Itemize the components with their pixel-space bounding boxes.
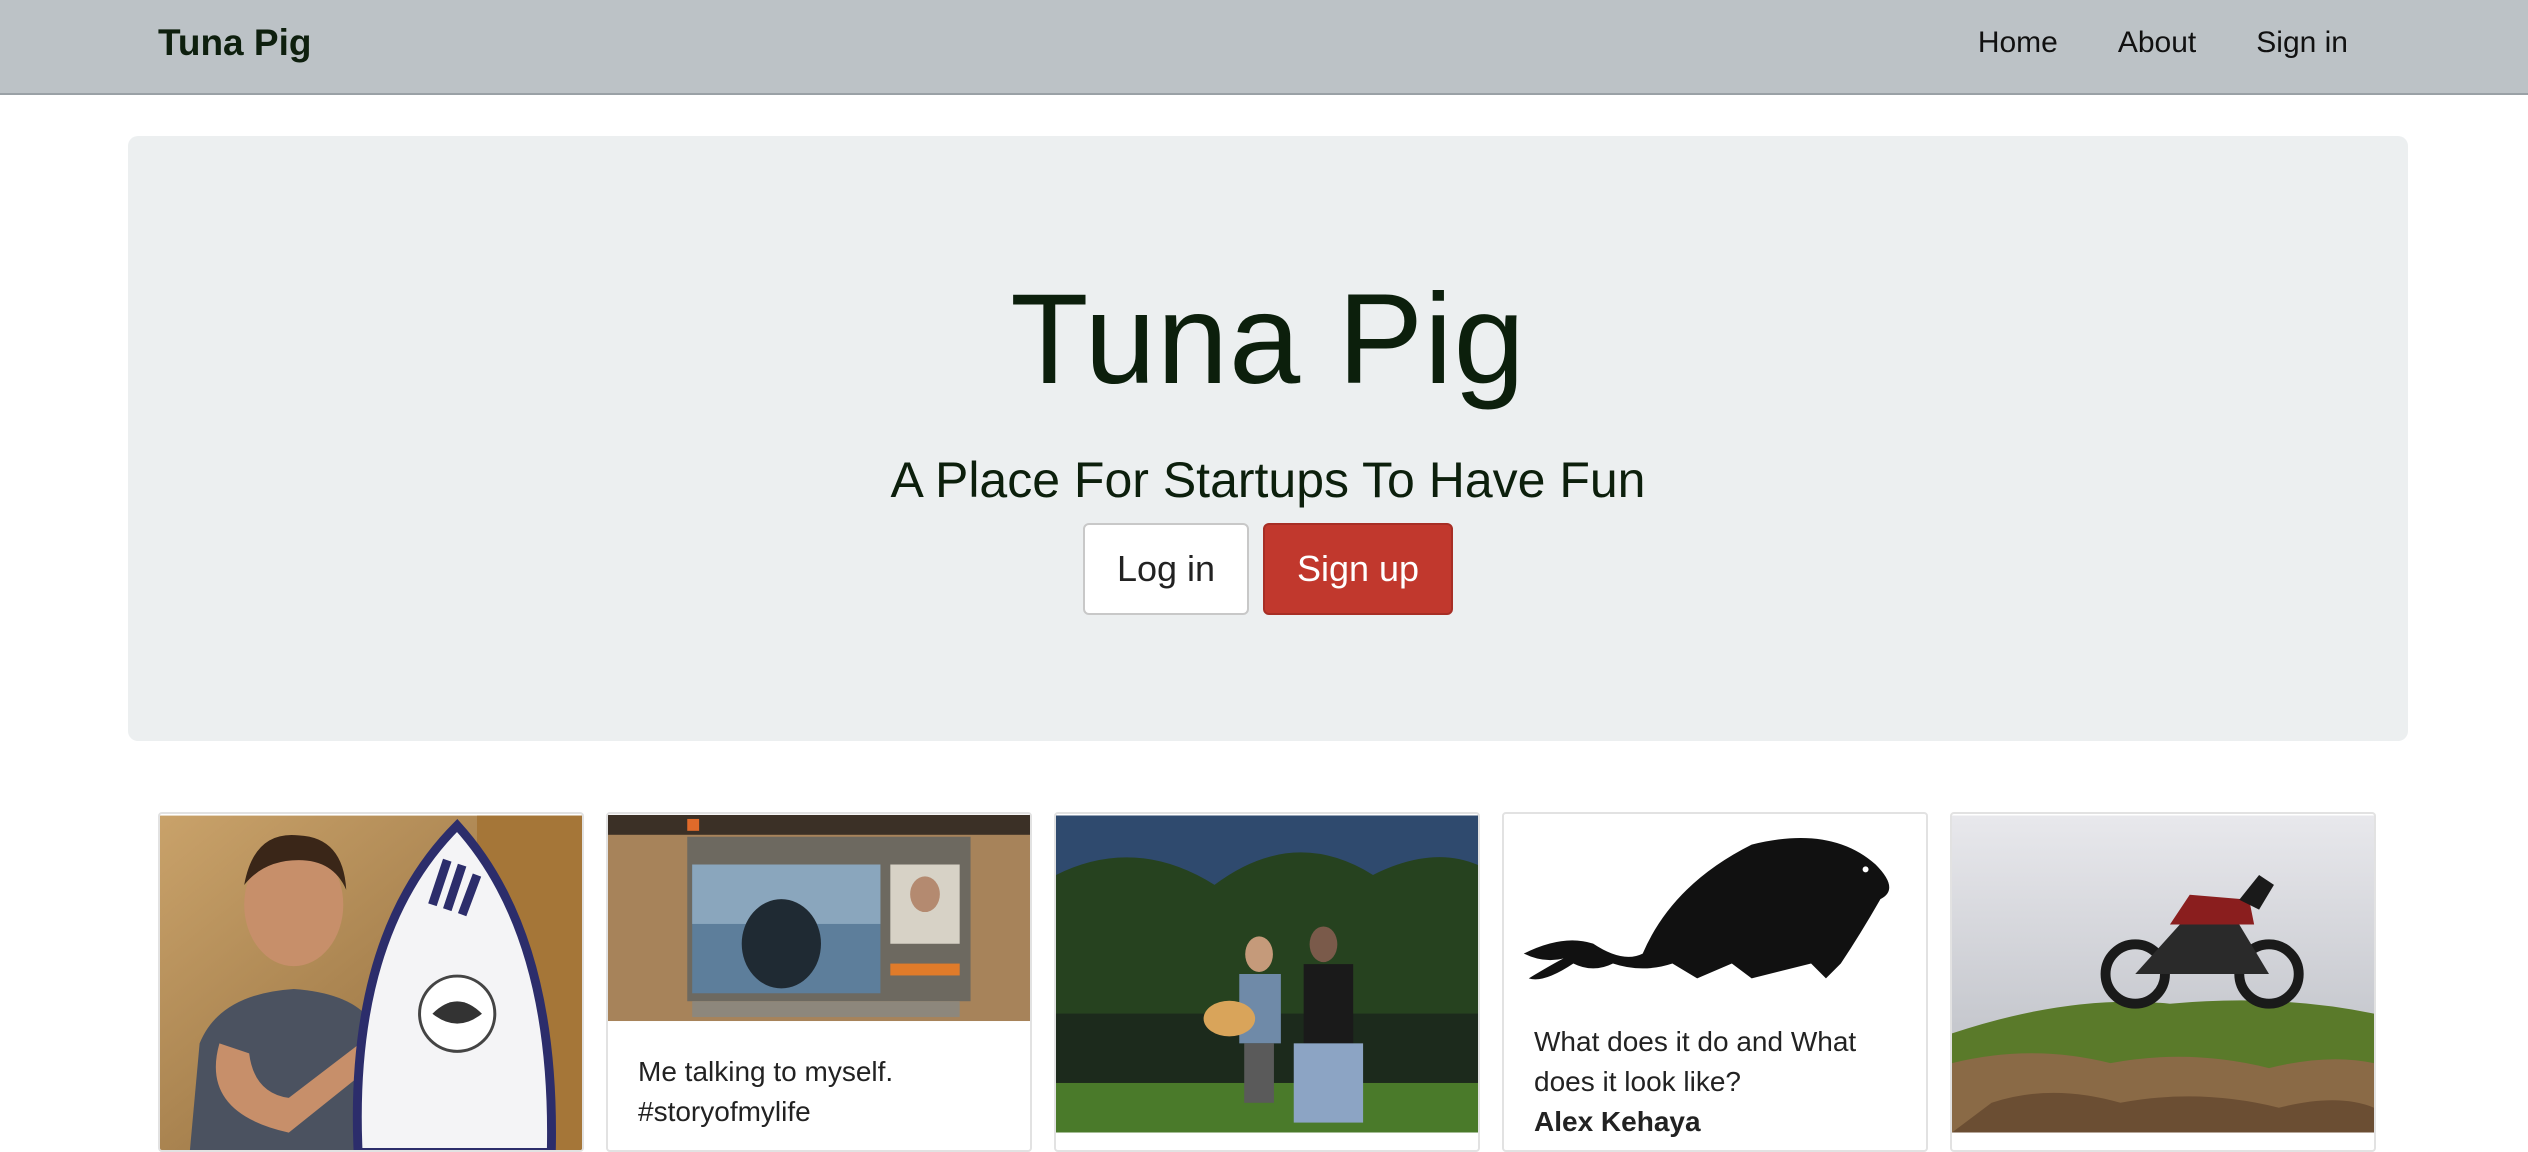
surfer-photo [160,815,582,1150]
card-video-chat[interactable]: Me talking to myself. #storyofmylife [606,812,1032,1152]
signup-button[interactable]: Sign up [1263,523,1453,615]
card-caption: What does it do and What does it look li… [1534,1022,1902,1142]
card-grid: Me talking to myself. #storyofmylife Wha… [158,812,2378,1152]
guitar-players-photo [1056,815,1478,1133]
video-chat-screenshot [608,814,1030,1022]
card-guitar[interactable] [1054,812,1480,1152]
hero-buttons: Log in Sign up [128,523,2408,615]
card-motorcycle[interactable] [1950,812,2376,1152]
card-caption: Me talking to myself. #storyofmylife [638,1056,894,1127]
nav-home-link[interactable]: Home [1978,26,2058,60]
card-surfer[interactable] [158,812,584,1152]
nav-links: Home About Sign in [1978,26,2348,60]
hero-title: Tuna Pig [1010,268,1526,411]
nav-about-link[interactable]: About [2118,26,2196,60]
hero-jumbotron: Tuna Pig A Place For Startups To Have Fu… [128,136,2408,741]
card-author[interactable]: Alex Kehaya [1534,1102,1902,1142]
brand-link[interactable]: Tuna Pig [158,22,311,64]
card-caption-text: What does it do and What does it look li… [1534,1026,1857,1097]
login-button[interactable]: Log in [1083,523,1249,615]
nav-signin-link[interactable]: Sign in [2256,26,2348,60]
tuna-pig-silhouette [1504,814,1926,1004]
card-tuna-pig[interactable]: What does it do and What does it look li… [1502,812,1928,1152]
navbar: Tuna Pig Home About Sign in [0,0,2528,95]
motorcycle-photo [1952,815,2374,1133]
hero-subtitle: A Place For Startups To Have Fun [890,452,1646,508]
